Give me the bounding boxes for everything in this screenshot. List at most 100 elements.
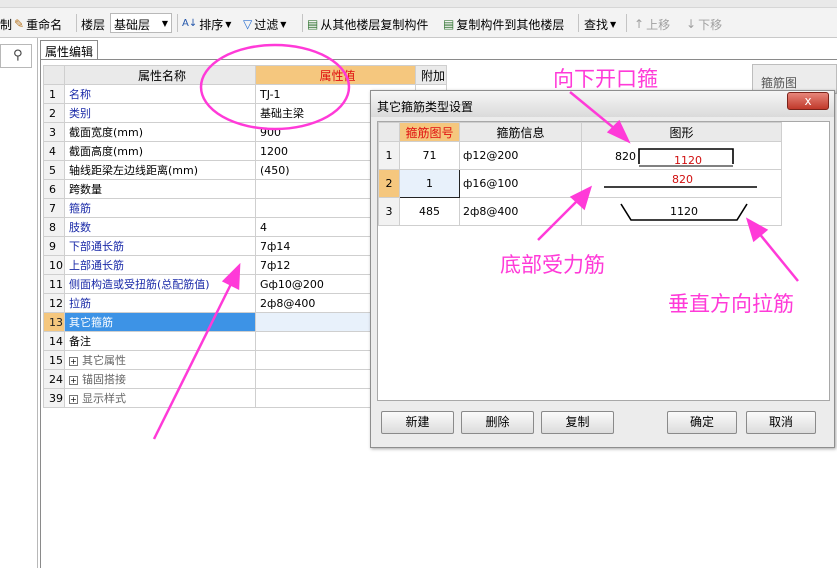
row-number-header — [378, 122, 400, 142]
property-name: 显示样式 — [82, 392, 126, 405]
row-number: 11 — [43, 274, 65, 294]
sort-label: 排序 — [199, 17, 224, 32]
floor-select[interactable]: 基础层 ▼ — [110, 13, 172, 33]
rename-label: 重命名 — [26, 17, 63, 32]
property-name: 拉筋 — [64, 293, 256, 313]
move-up-label: 上移 — [646, 17, 671, 32]
property-group[interactable]: + 显示样式 — [64, 388, 256, 408]
shape-dim-label: 1120 — [674, 154, 702, 167]
cancel-button[interactable]: 取消 — [746, 411, 816, 434]
property-name: 锚固搭接 — [82, 373, 126, 386]
copy-from-label: 从其他楼层复制构件 — [320, 17, 429, 32]
property-name-header: 属性名称 — [64, 65, 256, 85]
property-name: 其它箍筋 — [64, 312, 256, 332]
toolbar-separator — [578, 14, 579, 32]
stirrup-info[interactable]: 2ф8@400 — [459, 197, 582, 226]
partial-button[interactable]: 制 — [0, 14, 12, 34]
move-down-button[interactable]: ↓ 下移 — [686, 14, 722, 34]
chevron-down-icon: ▼ — [280, 19, 287, 29]
row-number: 5 — [43, 160, 65, 180]
table-row[interactable]: 3 485 2ф8@400 1120 — [378, 197, 782, 226]
dialog-titlebar[interactable]: 其它箍筋类型设置 x — [371, 91, 834, 117]
row-number: 14 — [43, 331, 65, 351]
stirrup-shape[interactable]: 820 — [581, 169, 782, 198]
row-number: 2 — [43, 103, 65, 123]
sort-button[interactable]: A↓ 排序 ▼ — [182, 14, 231, 34]
row-number: 10 — [43, 255, 65, 275]
sort-icon: A↓ — [182, 18, 198, 29]
stirrup-info[interactable]: ф16@100 — [459, 169, 582, 198]
move-up-button[interactable]: ↑ 上移 — [634, 14, 670, 34]
chevron-down-icon: ▼ — [610, 19, 617, 29]
new-button[interactable]: 新建 — [381, 411, 454, 434]
expand-icon[interactable]: + — [69, 394, 78, 404]
search-icon[interactable]: ⚲ — [13, 48, 23, 63]
copy-to-floor-button[interactable]: ▤ 复制构件到其他楼层 — [443, 14, 564, 34]
stirrup-info[interactable]: ф12@200 — [459, 141, 582, 170]
toolbar-separator — [302, 14, 303, 32]
toolbar-separator — [626, 14, 627, 32]
stirrup-number-header: 箍筋图号 — [399, 122, 460, 142]
row-number: 2 — [378, 169, 400, 198]
property-name: 跨数量 — [64, 179, 256, 199]
copy-button[interactable]: 复制 — [541, 411, 614, 434]
table-row-selected[interactable]: 2 1 ф16@100 820 — [378, 169, 782, 198]
stirrup-number[interactable]: 1 — [399, 169, 460, 198]
property-extra-header: 附加 — [415, 65, 447, 85]
filter-button[interactable]: ▽ 过滤 ▼ — [243, 14, 286, 34]
delete-button[interactable]: 删除 — [461, 411, 534, 434]
rename-button[interactable]: ✎ 重命名 — [14, 14, 62, 34]
expand-icon[interactable]: + — [69, 375, 78, 385]
close-button[interactable]: x — [787, 92, 829, 110]
stirrup-shape-header: 图形 — [581, 122, 782, 142]
row-number: 6 — [43, 179, 65, 199]
straight-bar-shape — [604, 186, 757, 188]
row-number: 12 — [43, 293, 65, 313]
annotation-vertical-tie: 垂直方向拉筋 — [668, 292, 794, 316]
move-down-label: 下移 — [698, 17, 723, 32]
row-number: 15 — [43, 350, 65, 370]
stirrup-info-header: 箍筋信息 — [459, 122, 582, 142]
row-number: 9 — [43, 236, 65, 256]
table-row[interactable]: 1 71 ф12@200 820 1120 — [378, 141, 782, 170]
property-name: 箍筋 — [64, 198, 256, 218]
row-number: 3 — [378, 197, 400, 226]
copy-floor-icon: ▤ — [443, 17, 455, 31]
row-number: 1 — [43, 84, 65, 104]
copy-from-floor-button[interactable]: ▤ 从其他楼层复制构件 — [307, 14, 428, 34]
tab-property-edit[interactable]: 属性编辑 — [40, 40, 98, 60]
property-name: 名称 — [64, 84, 256, 104]
copy-floor-icon: ▤ — [307, 17, 319, 31]
property-value-header: 属性值 — [255, 65, 416, 85]
filter-label: 过滤 — [254, 17, 279, 32]
row-number: 4 — [43, 141, 65, 161]
chevron-down-icon: ▼ — [225, 19, 232, 29]
property-name: 类别 — [64, 103, 256, 123]
floor-select-value: 基础层 — [114, 18, 151, 32]
property-name: 备注 — [64, 331, 256, 351]
shape-dim-label: 820 — [615, 150, 636, 163]
expand-icon[interactable]: + — [69, 356, 78, 366]
row-number: 8 — [43, 217, 65, 237]
shape-dim-label: 1120 — [670, 205, 698, 218]
row-number: 3 — [43, 122, 65, 142]
stirrup-shape[interactable]: 1120 — [581, 197, 782, 226]
row-number: 39 — [43, 388, 65, 408]
stirrup-table: 箍筋图号 箍筋信息 图形 1 71 ф12@200 820 1120 2 1 ф… — [378, 122, 782, 226]
annotation-open-down-stirrup: 向下开口箍 — [553, 67, 658, 91]
property-group[interactable]: + 其它属性 — [64, 350, 256, 370]
arrow-up-icon: ↑ — [634, 17, 645, 31]
property-group[interactable]: + 锚固搭接 — [64, 369, 256, 389]
find-button[interactable]: 查找 ▼ — [584, 14, 616, 34]
ok-button[interactable]: 确定 — [667, 411, 737, 434]
dialog-title: 其它箍筋类型设置 — [377, 100, 474, 114]
property-name: 下部通长筋 — [64, 236, 256, 256]
property-name: 截面宽度(mm) — [64, 122, 256, 142]
search-input[interactable]: ⚲ — [0, 44, 32, 68]
stirrup-shape[interactable]: 820 1120 — [581, 141, 782, 170]
annotation-bottom-bar: 底部受力筋 — [500, 253, 605, 277]
partial-label: 制 — [0, 17, 13, 32]
find-label: 查找 — [584, 17, 609, 32]
stirrup-number[interactable]: 485 — [399, 197, 460, 226]
stirrup-number[interactable]: 71 — [399, 141, 460, 170]
